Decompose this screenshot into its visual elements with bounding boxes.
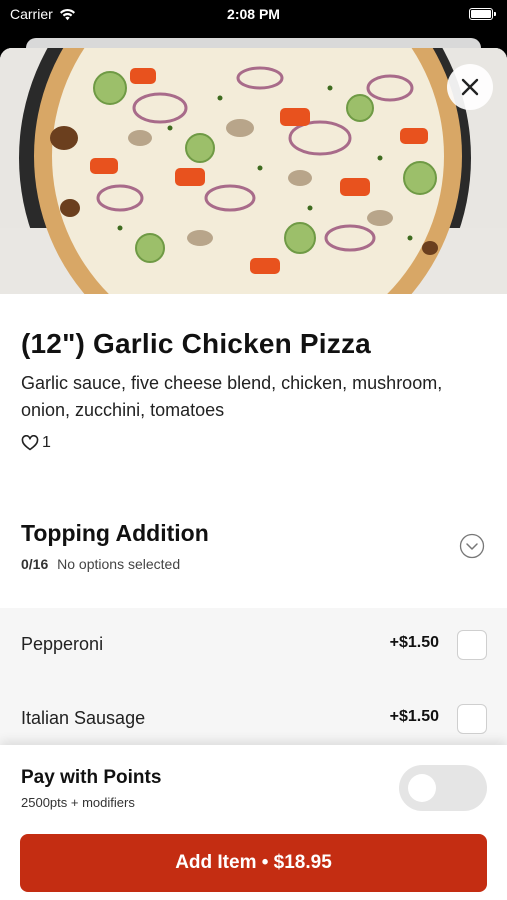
toggle-knob — [408, 774, 436, 802]
topping-option-name: Italian Sausage — [21, 708, 146, 728]
topping-option-checkbox[interactable] — [457, 704, 487, 734]
pizza-photo — [0, 48, 507, 294]
pay-with-points-title: Pay with Points — [21, 767, 162, 788]
checkout-footer: Pay with Points 2500pts + modifiers Add … — [0, 745, 507, 900]
item-detail-sheet: (12") Garlic Chicken Pizza Garlic sauce,… — [0, 48, 507, 900]
topping-status-text: No options selected — [57, 556, 181, 572]
item-title: (12") Garlic Chicken Pizza — [21, 328, 371, 359]
topping-option-price: +$1.50 — [389, 708, 439, 725]
status-time: 2:08 PM — [227, 6, 280, 22]
close-icon — [461, 78, 479, 96]
pay-with-points-toggle[interactable] — [399, 765, 487, 811]
status-bar: Carrier 2:08 PM — [0, 0, 507, 30]
item-description: Garlic sauce, five cheese blend, chicken… — [21, 373, 443, 420]
heart-icon — [21, 435, 39, 451]
topping-option-checkbox[interactable] — [457, 630, 487, 660]
pizza-illustration — [0, 48, 507, 294]
topping-option-name: Pepperoni — [21, 634, 104, 654]
close-button[interactable] — [447, 64, 493, 110]
topping-option-price: +$1.50 — [389, 634, 439, 651]
chevron-down-icon[interactable] — [459, 533, 485, 559]
topping-option-row[interactable]: Pepperoni +$1.50 — [0, 608, 507, 682]
like-count: 1 — [42, 434, 51, 451]
topping-options-list: Pepperoni +$1.50 Italian Sausage +$1.50 — [0, 608, 507, 758]
topping-section-title: Topping Addition — [21, 520, 209, 546]
add-item-button[interactable]: Add Item • $18.95 — [20, 834, 487, 892]
pay-with-points-subtitle: 2500pts + modifiers — [21, 795, 135, 810]
like-button[interactable]: 1 — [21, 434, 51, 452]
topping-section-status: 0/16 No options selected — [21, 556, 180, 572]
topping-count: 0/16 — [21, 556, 49, 572]
battery-icon — [469, 8, 496, 20]
